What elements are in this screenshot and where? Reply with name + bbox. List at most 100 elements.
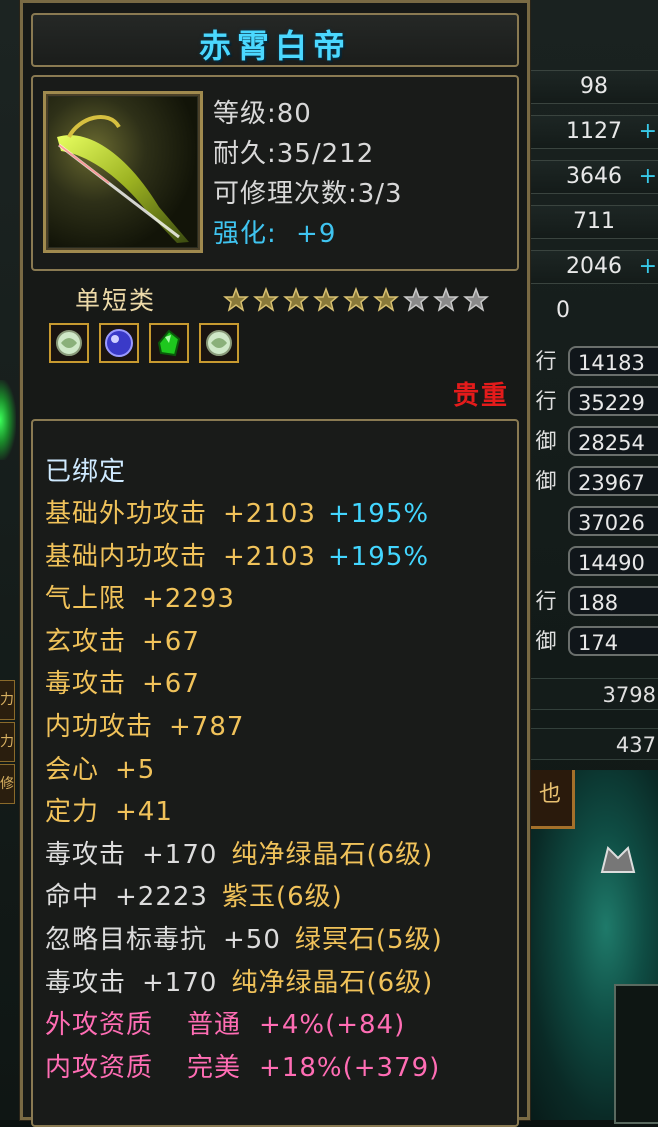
attribute-label: 基础内功攻击: [45, 542, 208, 572]
scene-button[interactable]: 也: [528, 770, 575, 829]
white-jade-gem-icon[interactable]: [49, 323, 89, 363]
quality-grade: 普通: [187, 1010, 242, 1040]
gem-name: 纯净绿晶石(6级): [231, 840, 434, 870]
gem-attribute-label: 毒攻击: [45, 968, 127, 998]
attribute-value: +67: [142, 627, 200, 657]
attr-label-4: 御: [535, 469, 557, 493]
stat-value-2: 1127 +: [528, 115, 658, 149]
quality-line: 内攻资质 完美 +18%(+379): [45, 1047, 440, 1084]
star-filled-icon: [223, 287, 249, 312]
attr-value-7: 188: [568, 586, 658, 616]
item-level: 等级:80: [213, 99, 312, 129]
helmet-icon: [600, 846, 636, 873]
attr-label-1: 行: [535, 349, 557, 373]
blue-gem-icon[interactable]: [99, 323, 140, 363]
stat-value-6: 0: [556, 298, 570, 323]
attribute-percent: +195%: [327, 499, 430, 529]
attribute-label: 定力: [45, 797, 100, 827]
attribute-label: 会心: [45, 755, 100, 785]
attribute-line: 气上限 +2293: [45, 578, 235, 615]
item-title-bar: 赤霄白帝: [31, 13, 519, 67]
item-tooltip: 赤霄白帝 等级:80 耐久:35/212 可修理次数:3/3 强化: +9 单短…: [20, 0, 530, 1127]
attribute-value: +2103: [223, 499, 316, 529]
stat-add-mark: +: [638, 254, 657, 279]
gem-attribute-value: +2223: [115, 882, 208, 912]
attribute-line: 会心 +5: [45, 749, 155, 786]
attribute-line: 基础内功攻击 +2103 +195%: [45, 536, 429, 573]
item-attributes-panel: 已绑定 基础外功攻击 +2103 +195% 基础内功攻击 +2103 +195% 气上限 +…: [31, 419, 519, 1127]
item-category-row: 单短类 贵重: [23, 275, 527, 415]
item-enhance: 强化: +9: [213, 213, 336, 250]
attribute-line: 玄攻击 +67: [45, 621, 200, 658]
attribute-value: +2103: [223, 542, 316, 572]
gem-attribute-label: 忽略目标毒抗: [45, 925, 208, 955]
attr-value-1: 14183: [568, 346, 658, 376]
item-rarity: 贵重: [452, 381, 509, 411]
quality-value: +18%(+379): [259, 1053, 441, 1083]
star-empty-icon: [463, 287, 489, 312]
wide-stat-1: 3798: [528, 678, 658, 710]
star-rating: [223, 287, 493, 317]
attr-label-2: 行: [535, 389, 557, 413]
attribute-label: 基础外功攻击: [45, 499, 208, 529]
attr-value-6: 14490: [568, 546, 658, 576]
sword-icon[interactable]: [43, 91, 203, 253]
attribute-label: 毒攻击: [45, 669, 127, 699]
gem-attribute-label: 命中: [45, 882, 100, 912]
stat-value-1: 98: [528, 70, 658, 104]
attribute-label: 气上限: [45, 584, 127, 614]
attribute-line: 基础外功攻击 +2103 +195%: [45, 493, 429, 530]
attribute-line: 定力 +41: [45, 791, 173, 828]
gem-attribute-line: 忽略目标毒抗 +50 绿冥石(5级): [45, 919, 443, 956]
gem-attribute-line: 毒攻击 +170 纯净绿晶石(6级): [45, 834, 433, 871]
stat-add-mark: +: [638, 119, 657, 144]
gem-name: 紫玉(6级): [221, 882, 343, 912]
item-category: 单短类: [75, 286, 157, 315]
quality-value: +4%(+84): [259, 1010, 406, 1040]
star-filled-icon: [283, 287, 309, 312]
star-empty-icon: [403, 287, 429, 312]
gem-name: 绿冥石(5级): [294, 925, 443, 955]
attribute-label: 玄攻击: [45, 627, 127, 657]
left-tab-3[interactable]: 修: [0, 764, 15, 804]
stat-add-mark: +: [638, 164, 657, 189]
attr-label-3: 御: [535, 429, 557, 453]
left-glow-effect: [0, 380, 16, 460]
left-window-edge: [0, 0, 22, 1120]
enhance-label: 强化:: [213, 219, 277, 249]
attr-value-3: 28254: [568, 426, 658, 456]
gem-attribute-line: 命中 +2223 紫玉(6级): [45, 876, 343, 913]
stat-value-4: 711: [528, 205, 658, 239]
attribute-value: +2293: [142, 584, 235, 614]
white-jade-gem-icon[interactable]: [199, 323, 240, 363]
stat-value-5: 2046 +: [528, 250, 658, 284]
wide-stat-2: 437: [528, 728, 658, 760]
attribute-value: +5: [115, 755, 156, 785]
attribute-line: 毒攻击 +67: [45, 663, 200, 700]
item-repair-count: 可修理次数:3/3: [213, 179, 403, 209]
gem-attribute-value: +170: [142, 840, 218, 870]
gem-attribute-label: 毒攻击: [45, 840, 127, 870]
scene-panel: [614, 984, 658, 1124]
attr-value-4: 23967: [568, 466, 658, 496]
left-tab-1[interactable]: 力: [0, 680, 15, 720]
attr-value-2: 35229: [568, 386, 658, 416]
attribute-percent: +195%: [327, 542, 430, 572]
attr-value-8: 174: [568, 626, 658, 656]
item-info-box: 等级:80 耐久:35/212 可修理次数:3/3 强化: +9: [31, 75, 519, 271]
attribute-label: 内功攻击: [45, 712, 154, 742]
gem-attribute-value: +170: [142, 968, 218, 998]
left-tab-2[interactable]: 力: [0, 722, 15, 762]
quality-label: 外攻资质: [45, 1010, 154, 1040]
green-gem-icon[interactable]: [149, 323, 190, 363]
quality-line: 外攻资质 普通 +4%(+84): [45, 1004, 405, 1041]
gem-sockets: [49, 323, 244, 363]
quality-grade: 完美: [187, 1053, 242, 1083]
star-filled-icon: [343, 287, 369, 312]
attribute-value: +41: [115, 797, 173, 827]
attribute-line: 内功攻击 +787: [45, 706, 244, 743]
item-durability: 耐久:35/212: [213, 139, 375, 169]
attribute-value: +67: [142, 669, 200, 699]
gem-attribute-line: 毒攻击 +170 纯净绿晶石(6级): [45, 962, 433, 999]
star-empty-icon: [433, 287, 459, 312]
